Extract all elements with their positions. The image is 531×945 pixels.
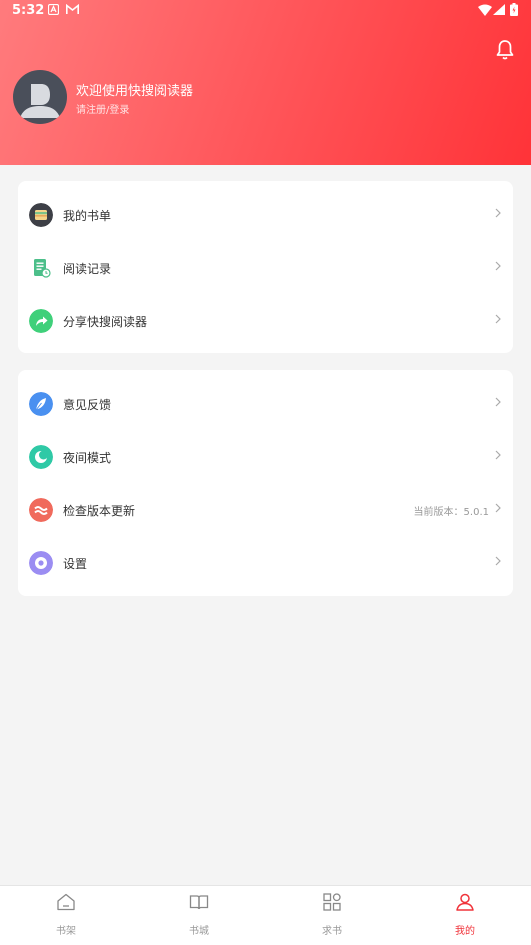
login-link[interactable]: 请注册/登录 bbox=[76, 101, 129, 116]
version-text: 当前版本：5.0.1 bbox=[413, 507, 489, 518]
menu-item-feedback[interactable]: 意见反馈 bbox=[18, 378, 513, 431]
tab-label: 书城 bbox=[189, 926, 209, 937]
menu-item-settings[interactable]: 设置 bbox=[18, 537, 513, 590]
chevron-right-icon bbox=[495, 450, 501, 460]
menu-item-share[interactable]: 分享快搜阅读器 bbox=[18, 295, 513, 348]
feedback-icon bbox=[29, 392, 53, 416]
status-bar: 5:32 bbox=[0, 0, 531, 22]
tab-label: 我的 bbox=[455, 926, 475, 937]
menu-item-label: 检查版本更新 bbox=[63, 504, 136, 518]
bell-icon[interactable] bbox=[493, 38, 517, 62]
avatar[interactable] bbox=[13, 70, 67, 124]
signal-icon bbox=[493, 4, 505, 15]
chevron-right-icon bbox=[495, 261, 501, 271]
menu-item-booklist[interactable]: 我的书单 bbox=[18, 189, 513, 242]
status-time: 5:32 bbox=[12, 3, 45, 18]
profile-icon bbox=[456, 893, 474, 911]
chevron-right-icon bbox=[495, 503, 501, 513]
tab-label: 求书 bbox=[322, 926, 342, 937]
menu-item-history[interactable]: 阅读记录 bbox=[18, 242, 513, 295]
menu-item-label: 意见反馈 bbox=[63, 398, 112, 412]
tab-bookshelf[interactable]: 书架 bbox=[0, 886, 132, 945]
menu-item-label: 夜间模式 bbox=[63, 451, 112, 465]
menu-item-label: 设置 bbox=[63, 557, 88, 571]
menu-item-night-mode[interactable]: 夜间模式 bbox=[18, 431, 513, 484]
notification-a-icon bbox=[48, 4, 59, 15]
settings-icon bbox=[29, 551, 53, 575]
menu-card-secondary: 意见反馈 夜间模式 检查版本更新 当前版本：5.0.1 设置 bbox=[18, 370, 513, 596]
wifi-icon bbox=[478, 4, 492, 16]
bookstore-icon bbox=[189, 895, 209, 910]
bottom-tab-bar: 书架 书城 求书 我的 bbox=[0, 885, 531, 945]
profile-header: 5:32 欢迎使用快搜阅读器 请注册/登录 bbox=[0, 0, 531, 165]
tab-profile[interactable]: 我的 bbox=[399, 886, 531, 945]
update-icon bbox=[29, 498, 53, 522]
menu-item-label: 阅读记录 bbox=[63, 262, 112, 276]
menu-item-label: 我的书单 bbox=[63, 209, 112, 223]
menu-card-primary: 我的书单 阅读记录 分享快搜阅读器 bbox=[18, 181, 513, 353]
night-mode-icon bbox=[29, 445, 53, 469]
chevron-right-icon bbox=[495, 397, 501, 407]
battery-icon bbox=[510, 3, 518, 16]
chevron-right-icon bbox=[495, 314, 501, 324]
tab-label: 书架 bbox=[56, 926, 76, 937]
menu-item-label: 分享快搜阅读器 bbox=[63, 315, 148, 329]
chevron-right-icon bbox=[495, 208, 501, 218]
tab-bookstore[interactable]: 书城 bbox=[133, 886, 265, 945]
booklist-icon bbox=[29, 203, 53, 227]
share-icon bbox=[29, 309, 53, 333]
tab-request[interactable]: 求书 bbox=[266, 886, 398, 945]
welcome-text: 欢迎使用快搜阅读器 bbox=[76, 84, 194, 99]
history-icon bbox=[34, 259, 51, 278]
default-avatar-icon bbox=[20, 84, 60, 118]
chevron-right-icon bbox=[495, 556, 501, 566]
menu-item-check-update[interactable]: 检查版本更新 当前版本：5.0.1 bbox=[18, 484, 513, 537]
gmail-icon bbox=[66, 4, 79, 14]
request-icon bbox=[323, 893, 341, 911]
bookshelf-icon bbox=[57, 893, 75, 911]
